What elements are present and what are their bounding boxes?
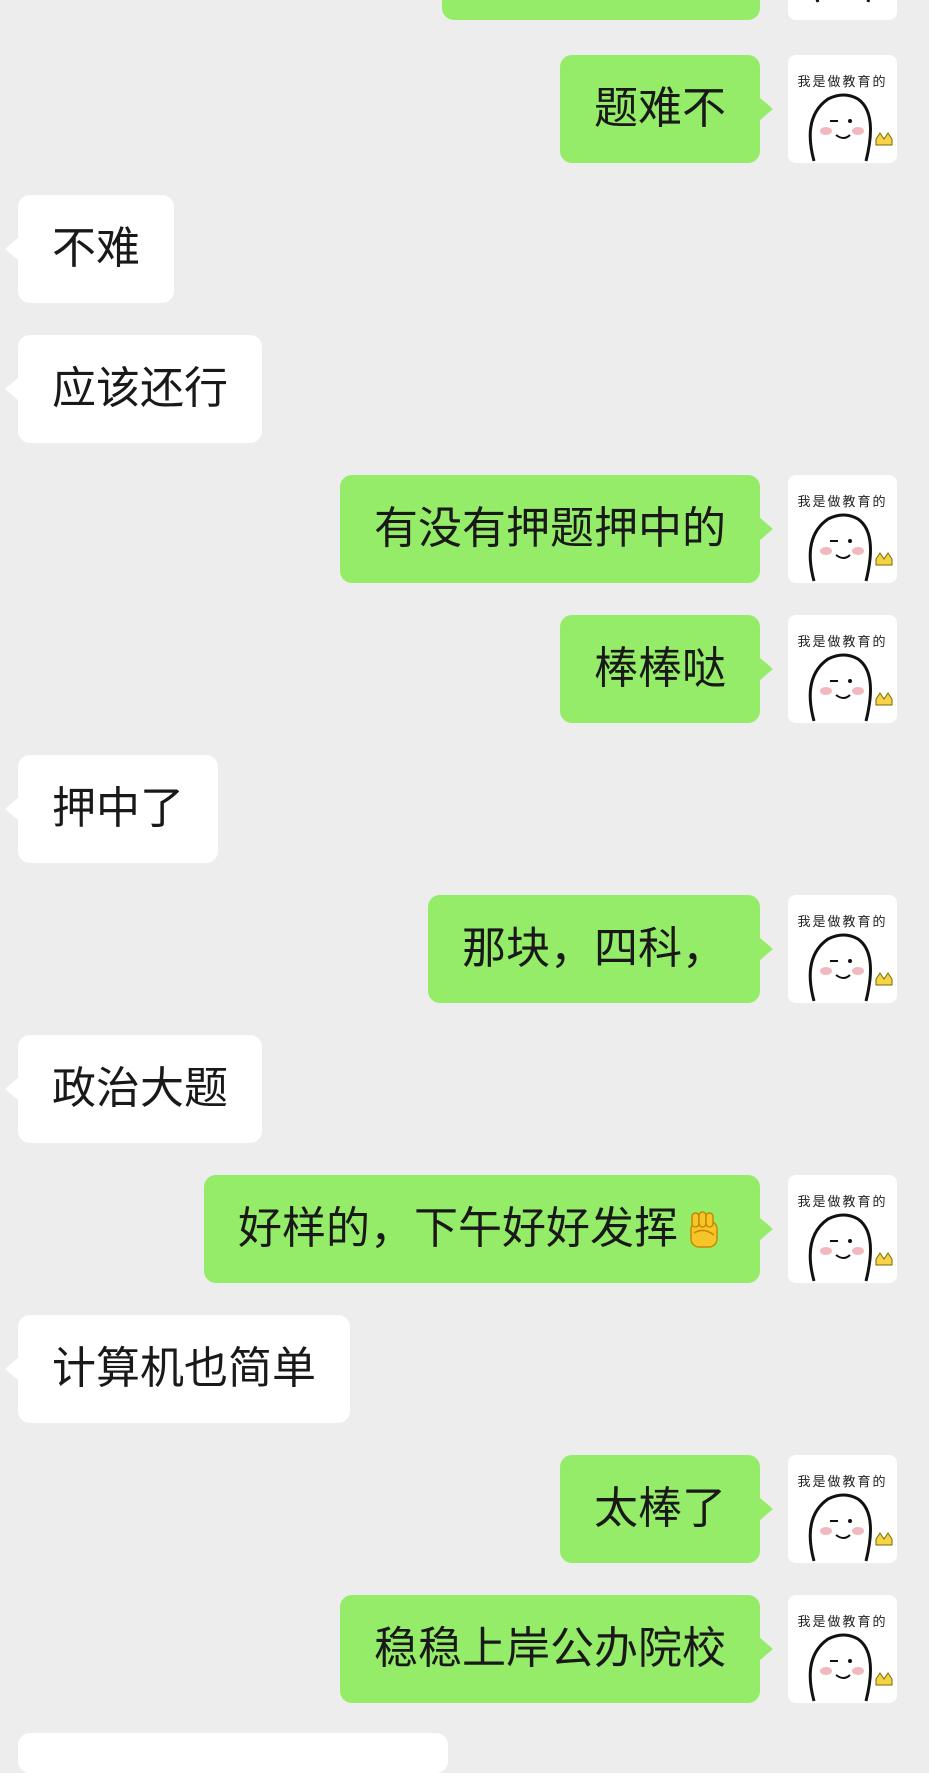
message-bubble-incoming[interactable]: 应该还行 [5, 335, 262, 443]
message-bubble-outgoing[interactable] [442, 0, 760, 20]
avatar-caption: 我是做教育的 [797, 1615, 888, 1630]
avatar-caption: 我是做教育的 [797, 1475, 888, 1490]
message-bubble-outgoing[interactable]: 太棒了 [560, 1455, 773, 1563]
message-bubble-outgoing[interactable]: 有没有押题押中的 [340, 475, 773, 583]
user-avatar[interactable]: 我是做教育的 [788, 615, 897, 723]
user-avatar[interactable]: 我是做教育的 [788, 895, 897, 1003]
message-text: 好样的，下午好好发挥 [238, 1203, 678, 1254]
message-bubble-incoming[interactable]: 不难 [5, 195, 174, 303]
avatar-caption: 我是做教育的 [797, 635, 888, 650]
avatar-face-icon [815, 0, 870, 3]
message-bubble-outgoing[interactable]: 题难不 [560, 55, 773, 163]
message-bubble-outgoing[interactable]: 那块，四科， [428, 895, 773, 1003]
user-avatar[interactable]: 我是做教育的 [788, 55, 897, 163]
user-avatar[interactable]: 我是做教育的 [788, 475, 897, 583]
chat-message-list[interactable]: 题难不 我是做教育的 不难 应该还行 有没有押题押中的 我是做教育的 棒棒哒 我… [0, 0, 929, 1773]
message-bubble-incoming[interactable]: 押中了 [5, 755, 218, 863]
message-bubble-incoming[interactable]: 政治大题 [5, 1035, 262, 1143]
avatar-caption: 我是做教育的 [797, 495, 888, 510]
fist-emoji-icon [690, 1211, 718, 1248]
avatar-caption: 我是做教育的 [797, 915, 888, 930]
message-bubble-outgoing[interactable]: 棒棒哒 [560, 615, 773, 723]
avatar-caption: 我是做教育的 [797, 75, 888, 90]
user-avatar[interactable] [788, 0, 897, 20]
user-avatar[interactable]: 我是做教育的 [788, 1175, 897, 1283]
user-avatar[interactable]: 我是做教育的 [788, 1595, 897, 1703]
user-avatar[interactable]: 我是做教育的 [788, 1455, 897, 1563]
message-bubble-incoming[interactable]: 计算机也简单 [5, 1315, 350, 1423]
message-bubble-outgoing[interactable]: 好样的，下午好好发挥 [204, 1175, 773, 1283]
message-bubble-incoming-partial[interactable] [18, 1733, 448, 1773]
avatar-caption: 我是做教育的 [797, 1195, 888, 1210]
message-bubble-outgoing[interactable]: 稳稳上岸公办院校 [340, 1595, 773, 1703]
